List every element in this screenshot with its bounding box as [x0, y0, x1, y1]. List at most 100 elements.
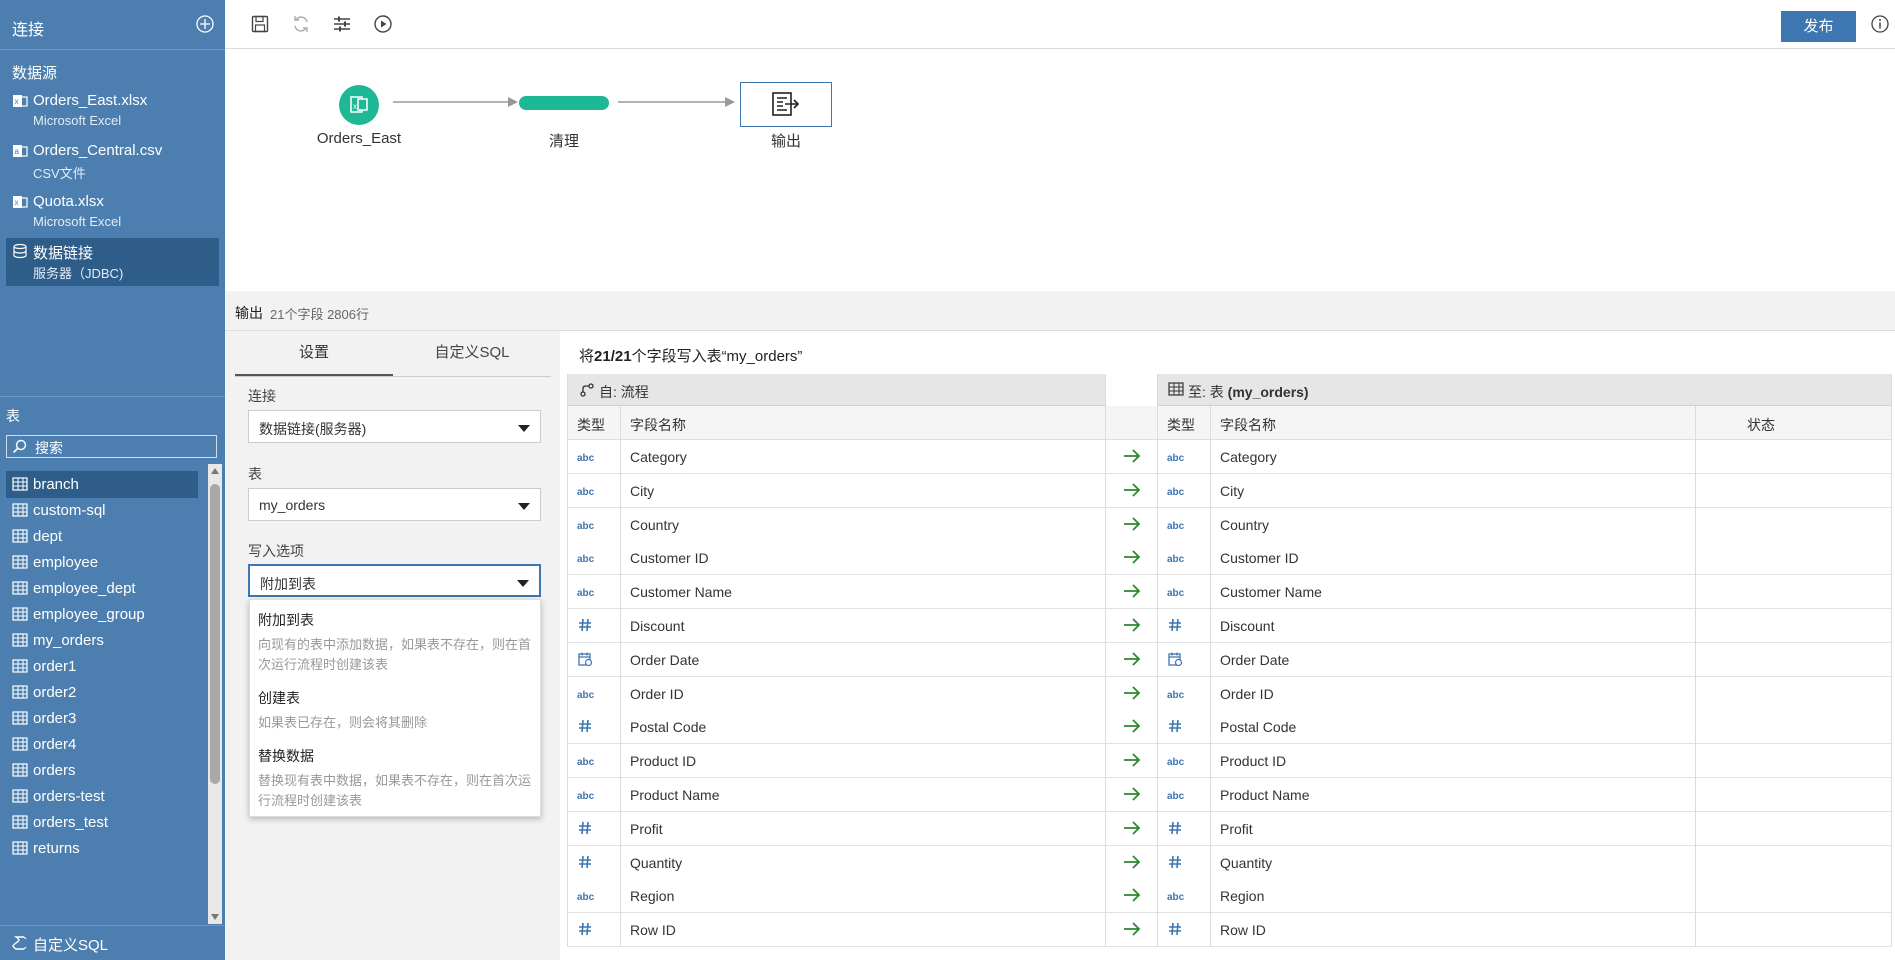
mapping-row[interactable]: Order Date Order Date: [567, 642, 1892, 677]
table-list-item[interactable]: order1: [6, 653, 198, 680]
flow-icon: [579, 382, 595, 398]
string-type-icon: abc: [577, 757, 595, 769]
mapping-row[interactable]: abc Category abc Category: [567, 440, 1892, 474]
connection-value: 数据链接(服务器): [259, 421, 367, 437]
tab-settings[interactable]: 设置: [235, 331, 393, 377]
arrow-right-icon: [1122, 854, 1142, 870]
table-search-input[interactable]: 搜索: [6, 435, 217, 458]
info-icon[interactable]: [1870, 14, 1890, 34]
custom-sql-icon: [12, 935, 28, 951]
field-mapping-panel: 将21/21个字段写入表“my_orders” 自: 流程 至: 表 (my_o…: [567, 331, 1895, 960]
arrow-right-icon: [1122, 786, 1142, 802]
table-list-item[interactable]: order2: [6, 679, 198, 706]
mapping-row[interactable]: abc Customer Name abc Customer Name: [567, 575, 1892, 610]
table-list-item[interactable]: branch: [6, 471, 198, 498]
datasource-name: Orders_Central.csv: [33, 142, 163, 159]
table-list-item[interactable]: order3: [6, 705, 198, 732]
option-title: 创建表: [258, 690, 300, 706]
table-list-scrollbar[interactable]: [208, 464, 222, 924]
arrow-right-icon: [1122, 685, 1142, 701]
table-list-item[interactable]: employee_dept: [6, 575, 198, 602]
flow-node-output[interactable]: [740, 82, 832, 127]
mapping-row[interactable]: abc Customer ID abc Customer ID: [567, 541, 1892, 576]
datasource-item[interactable]: x Quota.xlsx Microsoft Excel: [6, 189, 219, 237]
tab-custom-sql[interactable]: 自定义SQL: [393, 331, 551, 377]
table-select[interactable]: my_orders: [248, 488, 541, 521]
mapping-row[interactable]: abc Product ID abc Product ID: [567, 744, 1892, 779]
table-list-item[interactable]: dept: [6, 523, 198, 550]
mapping-row[interactable]: abc Order ID abc Order ID: [567, 676, 1892, 711]
target-field-name: Quantity: [1220, 854, 1273, 871]
flow-node-clean[interactable]: [519, 96, 609, 110]
mapping-group-header: 自: 流程 至: 表 (my_orders): [567, 374, 1892, 406]
write-option-dropdown: 附加到表 向现有的表中添加数据，如果表不存在，则在首次运行流程时创建该表 创建表…: [249, 599, 541, 817]
output-panel-header: 输出 21个字段 2806行: [225, 291, 1895, 331]
number-type-icon: [577, 854, 593, 870]
write-option-select[interactable]: 附加到表: [248, 564, 541, 597]
mapping-row[interactable]: Postal Code Postal Code: [567, 710, 1892, 745]
datasource-type: CSV文件: [33, 166, 86, 181]
flow-node-input[interactable]: x: [339, 85, 379, 125]
toolbar: 发布: [225, 0, 1895, 49]
run-flow-icon[interactable]: [373, 14, 395, 36]
number-type-icon: [1167, 854, 1183, 870]
publish-button[interactable]: 发布: [1781, 11, 1856, 42]
search-icon: [12, 439, 27, 454]
custom-sql-item[interactable]: 自定义SQL: [0, 925, 225, 960]
source-field-name: Category: [630, 449, 687, 465]
table-icon: [12, 789, 28, 803]
table-list-item[interactable]: my_orders: [6, 627, 198, 654]
connection-select[interactable]: 数据链接(服务器): [248, 410, 541, 443]
excel-source-icon: x: [339, 85, 379, 125]
header-spacer: [1105, 374, 1157, 406]
target-field-name: Postal Code: [1220, 719, 1297, 736]
table-icon: [12, 477, 28, 491]
mapping-row[interactable]: Quantity Quantity: [567, 845, 1892, 880]
refresh-icon[interactable]: [291, 14, 313, 36]
datasource-item[interactable]: 数据链接 服务器（JDBC): [6, 238, 219, 286]
datasource-item[interactable]: a Orders_Central.csv CSV文件: [6, 138, 219, 186]
table-list-item[interactable]: orders_test: [6, 809, 198, 836]
scroll-thumb[interactable]: [210, 484, 220, 784]
mapping-row[interactable]: Profit Profit: [567, 811, 1892, 846]
add-connection-icon[interactable]: [195, 14, 215, 34]
table-list-item[interactable]: orders-test: [6, 783, 198, 810]
table-icon: [12, 815, 28, 829]
settings-sliders-icon[interactable]: [332, 14, 354, 36]
table-list-item[interactable]: order4: [6, 731, 198, 758]
table-name: employee_group: [33, 606, 145, 623]
mapping-row[interactable]: abc Product Name abc Product Name: [567, 778, 1892, 812]
mapping-row[interactable]: Discount Discount: [567, 609, 1892, 643]
write-option-append[interactable]: 附加到表 向现有的表中添加数据，如果表不存在，则在首次运行流程时创建该表: [258, 610, 538, 675]
mapping-row[interactable]: abc City abc City: [567, 473, 1892, 508]
mapping-row[interactable]: abc Region abc Region: [567, 879, 1892, 914]
write-option-create[interactable]: 创建表 如果表已存在，则会将其删除: [258, 688, 538, 733]
table-list-item[interactable]: employee_group: [6, 601, 198, 628]
table-list-item[interactable]: custom-sql: [6, 497, 198, 524]
mapping-row[interactable]: abc Country abc Country: [567, 507, 1892, 542]
flow-canvas: x Orders_East 清理 输出: [225, 49, 1895, 290]
string-type-icon: abc: [577, 453, 595, 464]
save-icon[interactable]: [250, 14, 272, 36]
table-name: returns: [33, 840, 80, 857]
date-type-icon: [1167, 651, 1183, 667]
table-list-item[interactable]: returns: [6, 835, 198, 862]
datasource-name: 数据链接: [33, 245, 94, 262]
string-type-icon: abc: [1167, 554, 1185, 566]
source-field-name: City: [630, 482, 655, 499]
scroll-down-icon[interactable]: [211, 914, 219, 920]
to-header: 至: 表 (my_orders): [1188, 382, 1309, 402]
table-name: employee: [33, 554, 99, 571]
svg-text:x: x: [15, 97, 19, 106]
table-list-item[interactable]: orders: [6, 757, 198, 784]
mapping-row[interactable]: Row ID Row ID: [567, 913, 1892, 948]
sidebar-header: 连接: [0, 0, 225, 50]
table-icon: [12, 503, 28, 517]
datasource-item[interactable]: x Orders_East.xlsx Microsoft Excel: [6, 88, 219, 136]
table-name: order3: [33, 710, 77, 727]
scroll-up-icon[interactable]: [211, 468, 219, 474]
table-list-item[interactable]: employee: [6, 549, 198, 576]
flow-node-clean-label: 清理: [548, 133, 579, 150]
write-option-replace[interactable]: 替换数据 替换现有表中数据，如果表不存在，则在首次运行流程时创建该表: [258, 746, 538, 811]
custom-sql-label: 自定义SQL: [33, 937, 109, 954]
